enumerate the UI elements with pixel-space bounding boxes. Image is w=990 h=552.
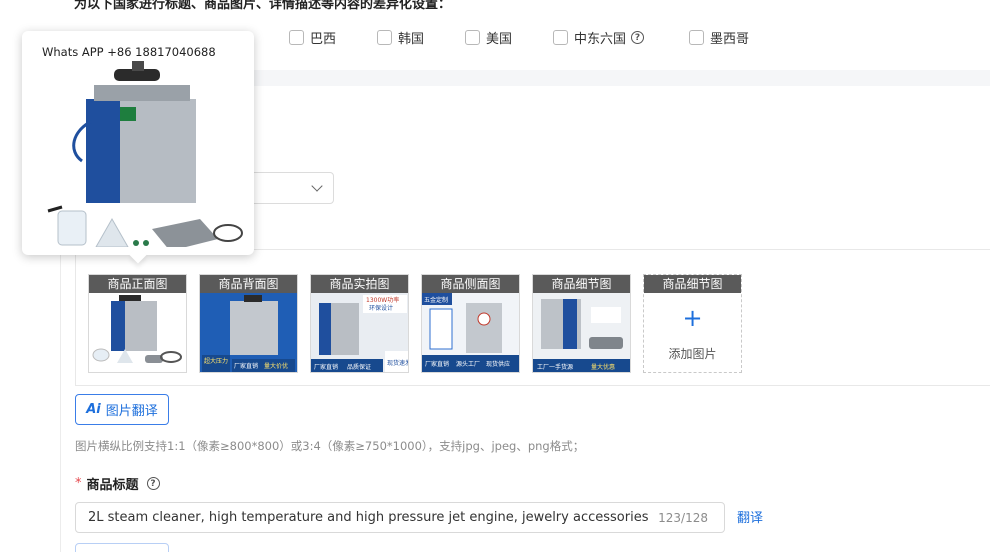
image-slot-label: 商品细节图 bbox=[644, 275, 741, 293]
country-checkbox-brazil[interactable]: 巴西 bbox=[289, 28, 336, 47]
product-photo: 五金定制 厂家直销 源头工厂 现货供应 bbox=[422, 293, 519, 372]
image-tag: 五金定制 bbox=[424, 296, 448, 304]
product-title-text: 商品标题 bbox=[86, 478, 139, 493]
ai-icon: Ai bbox=[86, 402, 101, 417]
product-image-back[interactable]: 商品背面图 超大压力 厂家直销 量大价优 bbox=[199, 274, 298, 373]
product-photo: 1300W功率 环保设计 厂家直销 品质保证 现货速发 bbox=[311, 293, 408, 372]
image-slot-label: 商品正面图 bbox=[89, 275, 186, 293]
product-title-input[interactable]: 2L steam cleaner, high temperature and h… bbox=[75, 502, 725, 533]
product-title-label: * 商品标题 ? bbox=[75, 474, 160, 493]
country-checkbox-middle-east[interactable]: 中东六国 ? bbox=[553, 28, 645, 47]
product-image-front[interactable]: 商品正面图 bbox=[88, 274, 187, 373]
secondary-button[interactable] bbox=[75, 543, 169, 552]
image-tag: 厂家直销 bbox=[314, 363, 338, 371]
checkbox-box[interactable] bbox=[465, 30, 480, 45]
popover-caption: Whats APP +86 18817040688 bbox=[42, 45, 216, 59]
image-tag: 量大优惠 bbox=[591, 363, 615, 371]
image-tag: 现货供应 bbox=[486, 360, 510, 368]
add-image-label[interactable]: 添加图片 bbox=[644, 345, 741, 362]
image-preview-popover: Whats APP +86 18817040688 bbox=[22, 31, 254, 264]
country-label: 中东六国 bbox=[574, 32, 627, 47]
country-settings-heading: 为以下国家进行标题、商品图片、详情描述等内容的差异化设置： bbox=[74, 0, 452, 12]
product-image-detail[interactable]: 商品细节图 工厂一手货源 量大优惠 bbox=[532, 274, 631, 373]
image-slot-label: 商品背面图 bbox=[200, 275, 297, 293]
add-image-slot[interactable]: 商品细节图 + 添加图片 bbox=[643, 274, 742, 373]
image-tag: 量大价优 bbox=[264, 362, 288, 370]
image-tag: 超大压力 bbox=[204, 357, 228, 365]
country-label: 巴西 bbox=[310, 32, 337, 47]
product-photo: 超大压力 厂家直销 量大价优 bbox=[200, 293, 297, 372]
image-tag: 源头工厂 bbox=[456, 360, 480, 368]
image-tag: 品质保证 bbox=[347, 363, 371, 371]
product-photo bbox=[89, 293, 186, 372]
help-icon[interactable]: ? bbox=[631, 31, 645, 44]
product-image-side[interactable]: 商品侧面图 五金定制 厂家直销 源头工厂 现货供应 bbox=[421, 274, 520, 373]
steam-cleaner-photo bbox=[47, 61, 243, 247]
image-slot-label: 商品细节图 bbox=[533, 275, 630, 293]
required-mark: * bbox=[75, 476, 82, 491]
image-format-hint: 图片横纵比例支持1:1（像素≥800*800）或3:4（像素≥750*1000）… bbox=[75, 439, 585, 453]
checkbox-box[interactable] bbox=[689, 30, 704, 45]
country-checkbox-mexico[interactable]: 墨西哥 bbox=[689, 28, 749, 47]
country-checkbox-usa[interactable]: 美国 bbox=[465, 28, 512, 47]
image-tag: 厂家直销 bbox=[234, 362, 258, 370]
product-image-real[interactable]: 商品实拍图 1300W功率 环保设计 厂家直销 品质保证 现货速发 bbox=[310, 274, 409, 373]
plus-icon[interactable]: + bbox=[644, 305, 741, 331]
product-title-value[interactable]: 2L steam cleaner, high temperature and h… bbox=[88, 510, 652, 525]
country-label: 墨西哥 bbox=[710, 32, 750, 47]
image-slot-label: 商品实拍图 bbox=[311, 275, 408, 293]
country-label: 韩国 bbox=[398, 32, 425, 47]
country-checkbox-korea[interactable]: 韩国 bbox=[377, 28, 424, 47]
checkbox-box[interactable] bbox=[377, 30, 392, 45]
image-translate-button[interactable]: Ai 图片翻译 bbox=[75, 394, 169, 425]
country-label: 美国 bbox=[486, 32, 513, 47]
checkbox-box[interactable] bbox=[553, 30, 568, 45]
character-counter: 123/128 bbox=[658, 511, 708, 525]
image-tag: 厂家直销 bbox=[425, 360, 449, 368]
image-tag: 工厂一手货源 bbox=[537, 363, 573, 371]
image-translate-label: 图片翻译 bbox=[105, 404, 158, 419]
image-tag: 1300W功率 bbox=[366, 296, 399, 304]
image-tag: 现货速发 bbox=[387, 359, 408, 367]
translate-title-link[interactable]: 翻译 bbox=[737, 507, 763, 526]
product-photo: 工厂一手货源 量大优惠 bbox=[533, 293, 630, 372]
image-slot-label: 商品侧面图 bbox=[422, 275, 519, 293]
help-icon[interactable]: ? bbox=[146, 477, 160, 490]
chevron-down-icon bbox=[311, 180, 323, 192]
checkbox-box[interactable] bbox=[289, 30, 304, 45]
image-tag: 环保设计 bbox=[369, 304, 393, 312]
